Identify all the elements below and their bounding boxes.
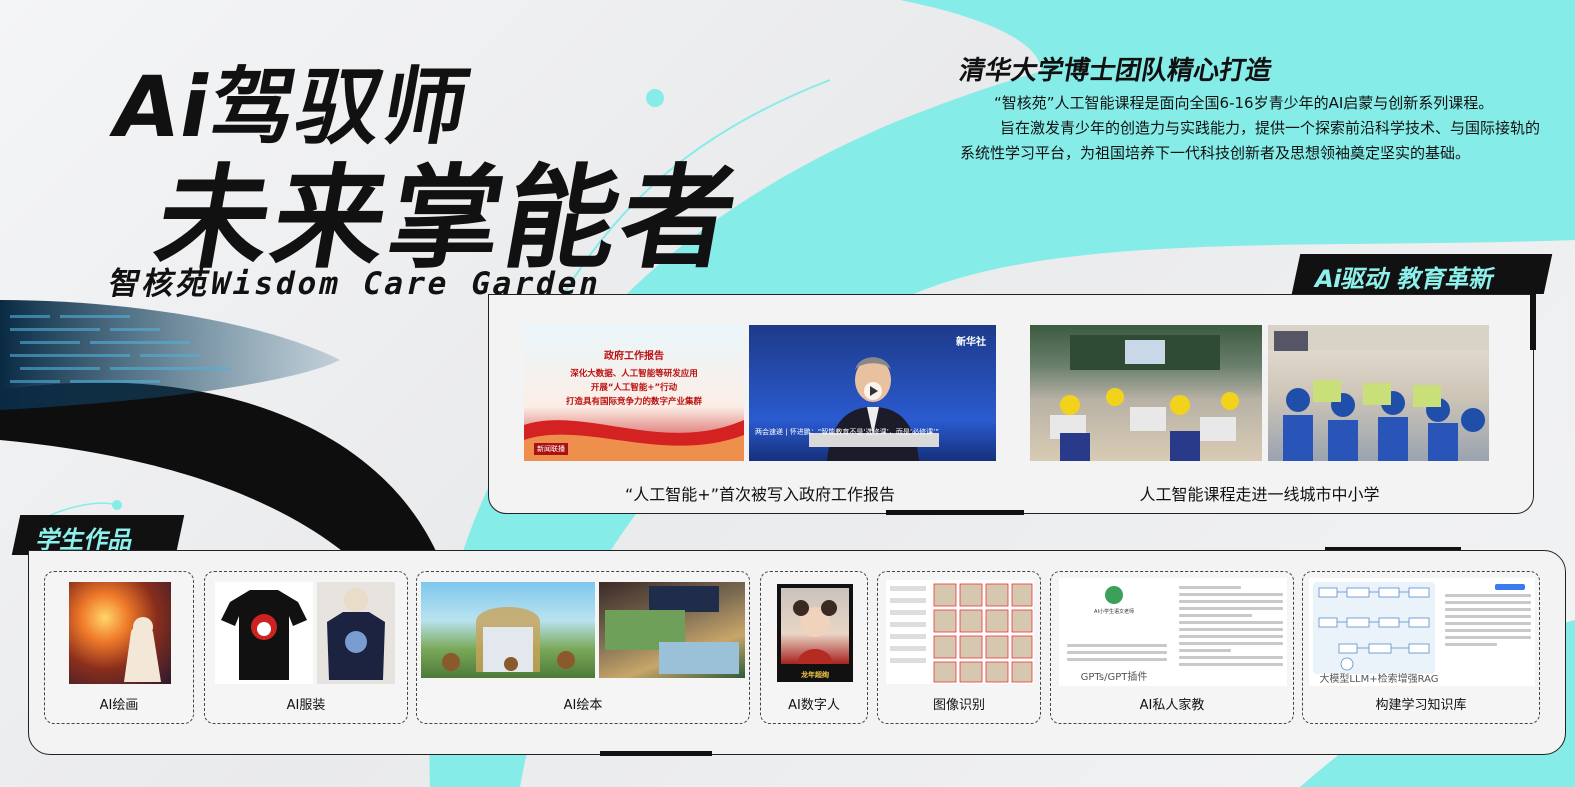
classroom-photo-2 [1268,325,1489,461]
chat-transcript [1179,582,1283,670]
news-broadcast-badge: 新闻联播 [534,443,568,455]
gpt-title: AI小学生语文老师 [1094,609,1134,615]
panel-bottom-mark [886,510,1024,515]
press-subtitle: 两会速递 | 怀进鹏：“智能教育不是‘选修课’，而是‘必修课’” [755,428,939,436]
speaker-figure [809,357,939,461]
gpt-overlay-label: GPTs/GPT插件 [1080,672,1148,683]
picture-book-pages [599,582,745,678]
intro-heading: 清华大学博士团队精心打造 [956,56,1275,86]
caption-gov-report: “人工智能+”首次被写入政府工作报告 [625,485,895,504]
work-label: 构建学习知识库 [1375,698,1467,713]
work-card-ai-digital-human[interactable]: 龙年超绚 AI数字人 [760,571,868,724]
section-tag-ai-education: Ai驱动 教育革新 [1291,254,1553,294]
rag-chat-panel [1445,584,1531,650]
work-label: AI绘画 [99,698,139,713]
work-label: AI服装 [286,698,326,713]
intro-paragraph-1: “智核苑”人工智能课程是面向全国6-16岁青少年的AI启蒙与创新系列课程。 [994,94,1494,112]
press-conference-video[interactable]: 新华社 两会速递 | 怀进鹏：“智能教育不是‘选修课’，而是‘必修课’” [749,325,996,461]
work-card-ai-painting[interactable]: AI绘画 [44,571,194,724]
picture-book-cover [421,582,595,678]
work-card-image-recognition[interactable]: 图像识别 [877,571,1041,724]
gov-report-heading: 政府工作报告 [604,351,664,362]
image-recognition-screenshot [886,580,1034,684]
rag-overlay-label: 大模型LLM+检索增强RAG [1319,674,1439,685]
caption-classroom: 人工智能课程走进一线城市中小学 [1139,485,1380,504]
ai-painting-image [69,582,171,684]
ai-tutor-screenshot: AI小学生语文老师 GPTs/GPT插件 [1059,578,1287,686]
intro-paragraph-2: 旨在激发青少年的创造力与实践能力，提供一个探索前沿科学技术、与国际接轨的系统性学… [960,119,1541,162]
digital-human-caption: 龙年超绚 [801,671,829,679]
work-label: AI私人家教 [1139,698,1205,713]
tshirt-black-image [215,582,313,684]
gov-report-image: 政府工作报告 深化大数据、人工智能等研发应用 开展“人工智能+”行动 打造具有国… [524,325,744,461]
rag-diagram-screenshot: 大模型LLM+检索增强RAG [1309,578,1535,686]
tshirt-navy-image [317,582,395,684]
work-card-ai-picture-book[interactable]: AI绘本 [416,571,750,724]
classroom-photo-1 [1030,325,1262,461]
digital-human-portrait: 龙年超绚 [777,584,853,682]
panel-edge-mark [1530,294,1536,350]
work-card-knowledge-base[interactable]: 大模型LLM+检索增强RAG 构建学习知识库 [1302,571,1540,724]
work-label: AI绘本 [563,698,603,713]
gpt-avatar-icon [1105,586,1123,604]
works-bottom-mark [600,751,712,756]
work-label: AI数字人 [788,698,840,713]
section-tag-student-works: 学生作品 [11,515,185,555]
work-card-ai-tutor[interactable]: AI小学生语文老师 GPTs/GPT插件 AI私人家教 [1050,571,1294,724]
work-label: 图像识别 [932,698,985,713]
work-card-ai-clothing[interactable]: AI服装 [204,571,408,724]
gov-report-points: 深化大数据、人工智能等研发应用 开展“人工智能+”行动 打造具有国际竞争力的数字… [565,369,702,407]
